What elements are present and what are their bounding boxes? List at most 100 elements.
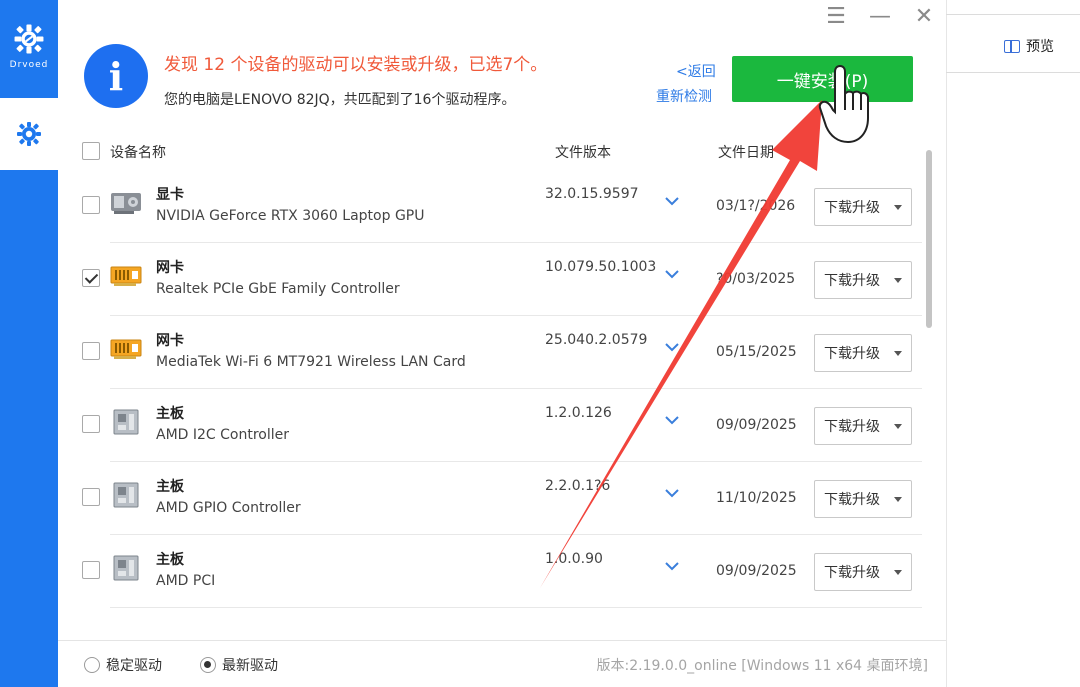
- window-controls: ☰ — ✕: [824, 2, 936, 30]
- action-label: 下载升级: [824, 565, 880, 581]
- window-edge: [946, 0, 947, 687]
- motherboard-icon: [110, 409, 144, 435]
- close-icon[interactable]: ✕: [912, 2, 936, 30]
- caret-down-icon: [894, 570, 902, 575]
- app-logo: Drvoed: [0, 0, 58, 98]
- column-header-device-name: 设备名称: [110, 145, 166, 161]
- file-version: 1.2.0.126: [545, 405, 612, 421]
- action-dropdown[interactable]: 下载升级: [814, 480, 912, 518]
- table-row[interactable]: 主板 AMD GPIO Controller 2.2.0.1?6 11/10/2025…: [58, 462, 928, 535]
- action-dropdown[interactable]: 下载升级: [814, 553, 912, 591]
- device-name: NVIDIA GeForce RTX 3060 Laptop GPU: [156, 208, 425, 224]
- file-date: ?0/03/2025: [716, 271, 796, 287]
- chevron-down-icon[interactable]: [664, 413, 680, 427]
- latest-driver-label: 最新驱动: [222, 658, 278, 674]
- row-checkbox[interactable]: [82, 269, 100, 287]
- scan-result-headline: 发现 12 个设备的驱动可以安装或升级，已选7个。: [164, 55, 548, 75]
- device-category: 显卡: [156, 187, 184, 203]
- network-card-icon: [110, 263, 144, 289]
- preview-label: 预览: [1026, 39, 1054, 55]
- file-date: 09/09/2025: [716, 563, 797, 579]
- table-row[interactable]: 网卡 MediaTek Wi-Fi 6 MT7921 Wireless LAN C…: [58, 316, 928, 389]
- action-label: 下载升级: [824, 419, 880, 435]
- logo-gear-icon: [14, 24, 44, 54]
- table-header: 设备名称 文件版本 文件日期: [58, 130, 946, 170]
- scan-result-subline: 您的电脑是LENOVO 82JQ，共匹配到了16个驱动程序。: [164, 92, 516, 108]
- device-name: AMD GPIO Controller: [156, 500, 301, 516]
- caret-down-icon: [894, 351, 902, 356]
- minimize-icon[interactable]: —: [868, 2, 892, 30]
- chevron-down-icon[interactable]: [664, 194, 680, 208]
- file-date: 05/15/2025: [716, 344, 797, 360]
- row-divider: [110, 607, 922, 608]
- row-checkbox[interactable]: [82, 342, 100, 360]
- device-category: 网卡: [156, 260, 184, 276]
- recheck-link[interactable]: 重新检测: [656, 86, 712, 106]
- file-version: 2.2.0.1?6: [545, 478, 611, 494]
- device-name: MediaTek Wi-Fi 6 MT7921 Wireless LAN Car…: [156, 354, 466, 370]
- action-dropdown[interactable]: 下载升级: [814, 407, 912, 445]
- action-label: 下载升级: [824, 273, 880, 289]
- menu-icon[interactable]: ☰: [824, 2, 848, 30]
- action-label: 下载升级: [824, 492, 880, 508]
- device-category: 主板: [156, 406, 184, 422]
- chevron-down-icon[interactable]: [664, 340, 680, 354]
- file-version: 10.079.50.1003: [545, 259, 657, 275]
- preview-button[interactable]: 预览: [1004, 36, 1054, 56]
- stable-driver-option[interactable]: 稳定驱动: [84, 655, 162, 675]
- scrollbar-thumb[interactable]: [926, 150, 932, 328]
- chevron-down-icon[interactable]: [664, 486, 680, 500]
- select-all-checkbox[interactable]: [82, 142, 100, 160]
- file-date: 09/09/2025: [716, 417, 797, 433]
- device-category: 主板: [156, 552, 184, 568]
- file-date: 11/10/2025: [716, 490, 797, 506]
- motherboard-icon: [110, 555, 144, 581]
- gpu-icon: [110, 190, 144, 216]
- latest-driver-radio[interactable]: [200, 657, 216, 673]
- row-checkbox[interactable]: [82, 488, 100, 506]
- one-click-install-button[interactable]: 一键安装(P): [732, 56, 913, 102]
- back-link[interactable]: <返回: [676, 61, 716, 81]
- device-category: 网卡: [156, 333, 184, 349]
- chevron-down-icon[interactable]: [664, 267, 680, 281]
- device-name: AMD PCI: [156, 573, 216, 589]
- row-checkbox[interactable]: [82, 561, 100, 579]
- action-dropdown[interactable]: 下载升级: [814, 334, 912, 372]
- preview-icon: [1004, 39, 1020, 53]
- file-version: 1.0.0.90: [545, 551, 603, 567]
- sidebar: Drvoed: [0, 0, 58, 687]
- table-row[interactable]: 主板 AMD I2C Controller 1.2.0.126 09/09/2025 下…: [58, 389, 928, 462]
- stable-driver-label: 稳定驱动: [106, 658, 162, 674]
- caret-down-icon: [894, 424, 902, 429]
- row-checkbox[interactable]: [82, 415, 100, 433]
- version-info: 版本:2.19.0.0_online [Windows 11 x64 桌面环境]: [596, 658, 928, 674]
- column-header-file-version: 文件版本: [555, 145, 611, 161]
- action-label: 下载升级: [824, 200, 880, 216]
- table-row[interactable]: 主板 AMD PCI 1.0.0.90 09/09/2025 下载升级: [58, 535, 928, 608]
- action-dropdown[interactable]: 下载升级: [814, 261, 912, 299]
- footer: 稳定驱动 最新驱动 版本:2.19.0.0_online [Windows 11…: [58, 640, 946, 687]
- table-row[interactable]: 网卡 Realtek PCIe GbE Family Controller 10.0…: [58, 243, 928, 316]
- device-name: Realtek PCIe GbE Family Controller: [156, 281, 400, 297]
- logo-text: Drvoed: [9, 60, 49, 70]
- chevron-down-icon[interactable]: [664, 559, 680, 573]
- info-icon: i: [84, 44, 148, 108]
- row-checkbox[interactable]: [82, 196, 100, 214]
- gear-icon: [17, 122, 41, 146]
- latest-driver-option[interactable]: 最新驱动: [200, 655, 278, 675]
- caret-down-icon: [894, 278, 902, 283]
- scrollbar[interactable]: [924, 146, 934, 602]
- file-version: 32.0.15.9597: [545, 186, 639, 202]
- action-label: 下载升级: [824, 346, 880, 362]
- divider: [946, 14, 1080, 15]
- sidebar-settings-button[interactable]: [0, 98, 58, 170]
- network-card-icon: [110, 336, 144, 362]
- file-date: 03/1?/2026: [716, 198, 796, 214]
- stable-driver-radio[interactable]: [84, 657, 100, 673]
- device-name: AMD I2C Controller: [156, 427, 290, 443]
- column-header-file-date: 文件日期: [718, 145, 774, 161]
- table-row[interactable]: 显卡 NVIDIA GeForce RTX 3060 Laptop GPU 32.0…: [58, 170, 928, 243]
- motherboard-icon: [110, 482, 144, 508]
- action-dropdown[interactable]: 下载升级: [814, 188, 912, 226]
- background-app: 预览: [946, 0, 1080, 687]
